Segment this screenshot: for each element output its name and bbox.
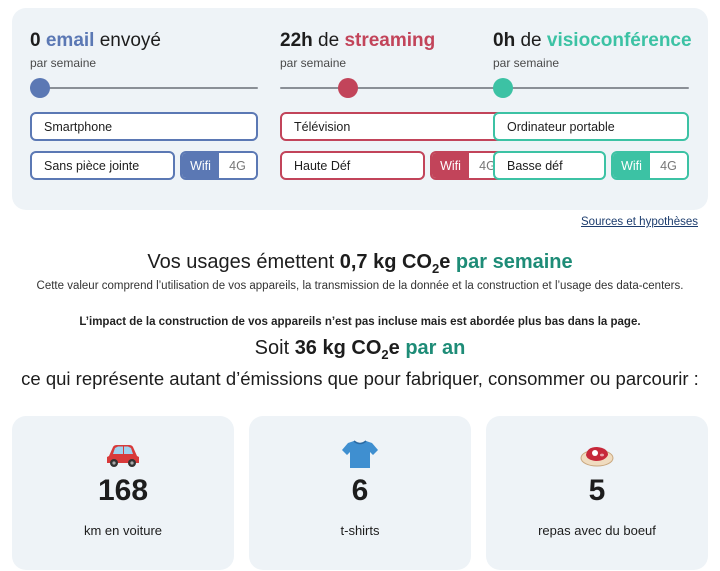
- usage-visio-connector: de: [520, 30, 542, 51]
- usage-streaming: 22h de streaming par semaine Télévision …: [280, 8, 510, 210]
- streaming-device-select[interactable]: Télévision: [280, 112, 508, 141]
- equivalent-card-car: 168 km en voiture: [12, 416, 234, 570]
- visio-quality-select[interactable]: Basse déf: [493, 151, 606, 180]
- beef-meals-label: repas avec du boeuf: [538, 523, 656, 538]
- email-wifi-option[interactable]: Wifi: [182, 153, 219, 178]
- visio-network-toggle[interactable]: Wifi 4G: [611, 151, 689, 180]
- usage-streaming-subtitle: par semaine: [280, 56, 347, 70]
- tshirt-value: 6: [351, 474, 369, 507]
- beef-meals-value: 5: [588, 474, 606, 507]
- email-slider-track: [30, 87, 258, 89]
- usage-visio: 0h de visioconférence par semaine Ordina…: [493, 8, 720, 210]
- email-slider[interactable]: [30, 78, 258, 98]
- weekly-emissions-headline: Vos usages émettent 0,7 kg CO2e par sema…: [0, 251, 720, 276]
- yearly-emissions-headline: Soit 36 kg CO2e par an: [0, 337, 720, 362]
- yearly-value-suffix: e: [388, 337, 400, 359]
- weekly-value: 0,7 kg CO: [339, 251, 432, 273]
- usage-email-rest: envoyé: [99, 30, 162, 51]
- email-network-toggle[interactable]: Wifi 4G: [180, 151, 258, 180]
- email-4g-option[interactable]: 4G: [219, 153, 256, 178]
- tshirt-icon: [342, 440, 378, 468]
- usage-email-count: 0: [30, 30, 41, 51]
- visio-slider-thumb[interactable]: [493, 78, 513, 98]
- streaming-slider-thumb[interactable]: [338, 78, 359, 98]
- comparison-text: ce qui représente autant d’émissions que…: [21, 368, 699, 389]
- car-icon: [107, 445, 139, 467]
- usage-streaming-count: 22h: [280, 30, 313, 51]
- visio-slider-track: [493, 87, 689, 89]
- tshirt-label: t-shirts: [340, 523, 380, 538]
- usage-streaming-connector: de: [318, 30, 340, 51]
- usage-visio-subtitle: par semaine: [493, 56, 560, 70]
- visio-slider[interactable]: [493, 78, 689, 98]
- usage-panel: 0 email envoyé par semaine Smartphone Sa…: [12, 8, 708, 210]
- email-device-select[interactable]: Smartphone: [30, 112, 258, 141]
- yearly-prefix: Soit: [254, 337, 290, 359]
- email-slider-thumb[interactable]: [30, 78, 50, 98]
- visio-4g-option[interactable]: 4G: [650, 153, 687, 178]
- yearly-period: par an: [405, 337, 466, 359]
- weekly-period: par semaine: [455, 251, 573, 273]
- streaming-quality-select[interactable]: Haute Déf: [280, 151, 425, 180]
- beef-meal-icon: [580, 447, 614, 467]
- weekly-prefix: Vos usages émettent: [147, 251, 335, 273]
- streaming-slider[interactable]: [280, 78, 508, 98]
- emissions-note: Cette valeur comprend l’utilisation de v…: [36, 280, 684, 292]
- usage-visio-count: 0h: [493, 30, 516, 51]
- equivalent-card-tshirt: 6 t-shirts: [249, 416, 471, 570]
- equivalent-card-beef: 5 repas avec du boeuf: [486, 416, 708, 570]
- streaming-wifi-option[interactable]: Wifi: [432, 153, 469, 178]
- usage-visio-keyword: visioconférence: [546, 30, 692, 51]
- sources-link[interactable]: Sources et hypothèses: [581, 216, 698, 228]
- visio-device-select[interactable]: Ordinateur portable: [493, 112, 689, 141]
- weekly-value-suffix: e: [439, 251, 451, 273]
- usage-email-keyword: email: [45, 30, 95, 51]
- emissions-note-bold: L’impact de la construction de vos appar…: [79, 316, 641, 328]
- email-attachment-select[interactable]: Sans pièce jointe: [30, 151, 175, 180]
- car-km-value: 168: [97, 474, 149, 507]
- usage-streaming-keyword: streaming: [344, 30, 436, 51]
- yearly-value: 36 kg CO: [294, 337, 382, 359]
- visio-wifi-option[interactable]: Wifi: [613, 153, 650, 178]
- usage-streaming-title: 22h de streaming: [280, 30, 435, 52]
- usage-email: 0 email envoyé par semaine Smartphone Sa…: [30, 8, 260, 210]
- usage-email-subtitle: par semaine: [30, 56, 97, 70]
- streaming-slider-track: [280, 87, 508, 89]
- usage-email-title: 0 email envoyé: [30, 30, 161, 52]
- usage-visio-title: 0h de visioconférence: [493, 30, 692, 52]
- yearly-value-sub: 2: [381, 347, 389, 362]
- car-km-label: km en voiture: [83, 523, 163, 538]
